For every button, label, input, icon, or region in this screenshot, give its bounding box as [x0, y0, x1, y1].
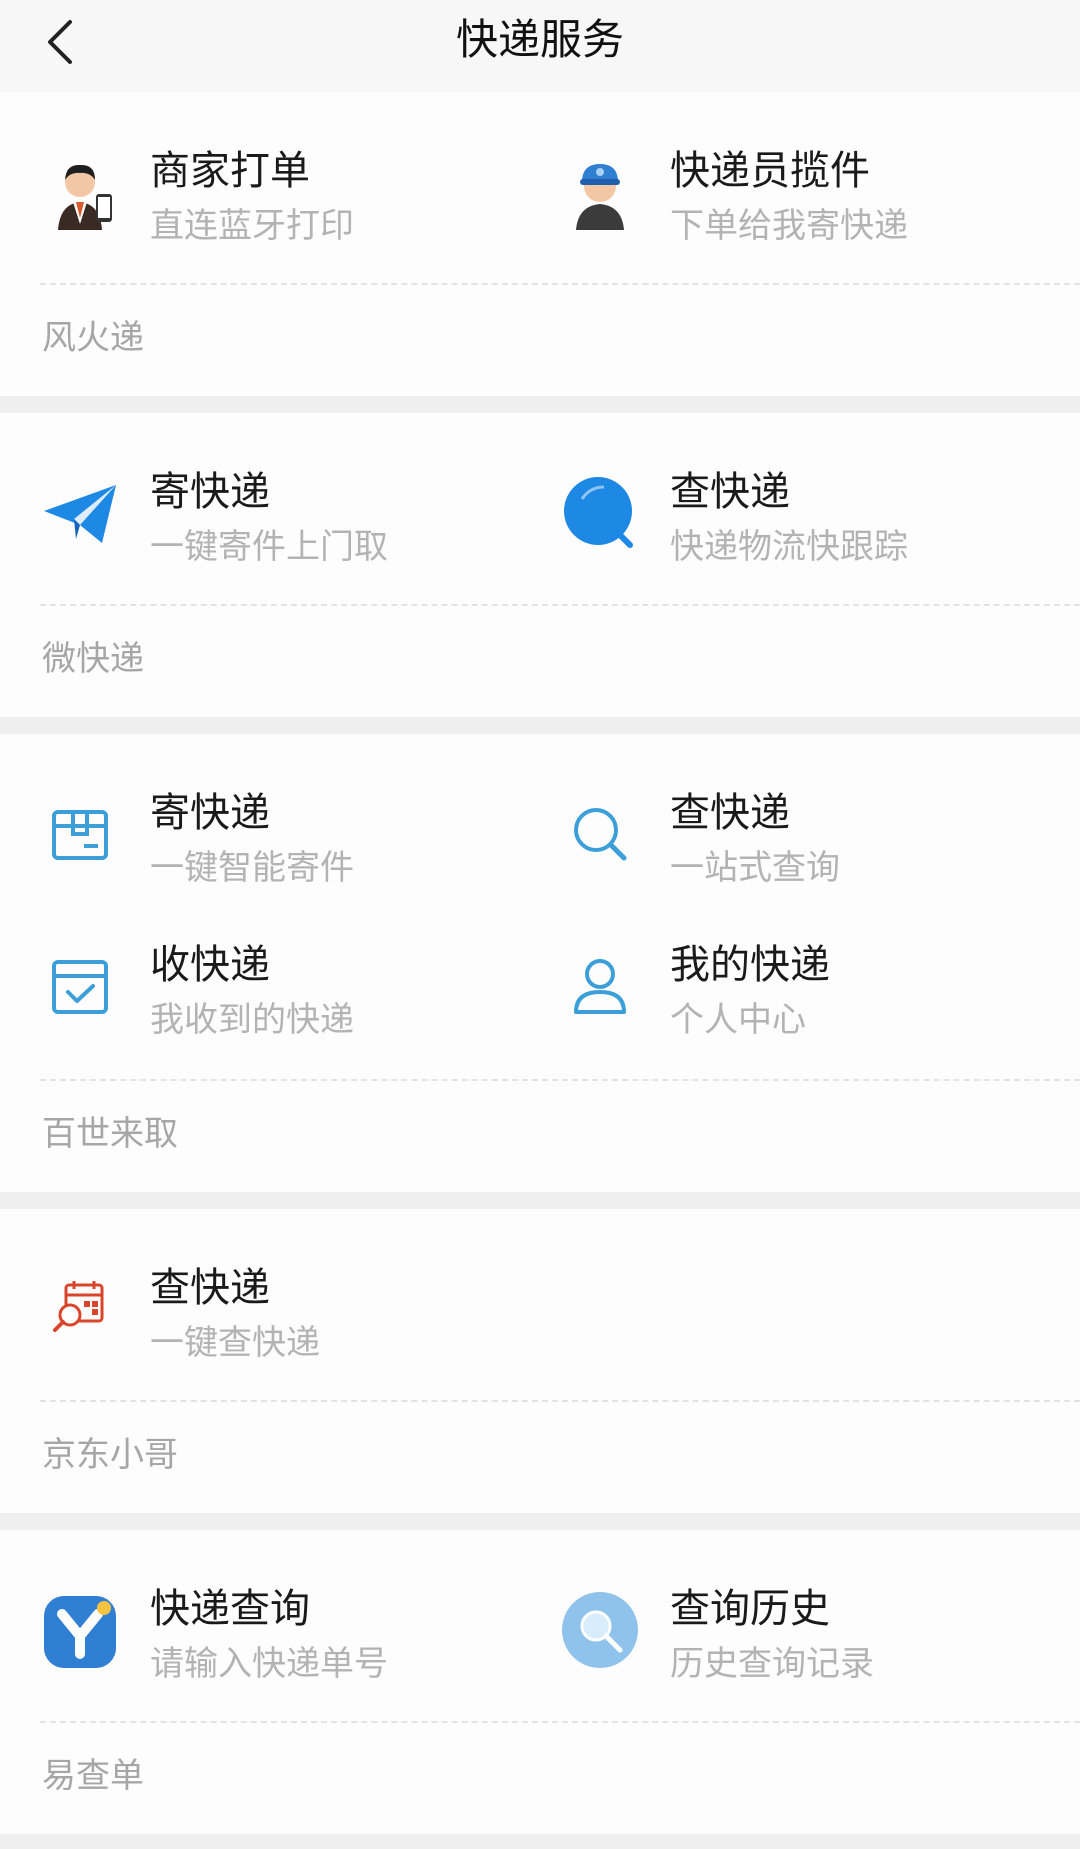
service-item-courier-pickup[interactable]: 快递员揽件 下单给我寄快递: [520, 130, 1040, 250]
service-label: 商家打单: [150, 148, 310, 194]
service-item-track-express[interactable]: 查快递 快递物流快跟踪: [520, 451, 1040, 571]
header-bar: 快递服务: [0, 0, 1080, 92]
service-item-received[interactable]: 收快递 我收到的快递: [0, 924, 520, 1044]
page-title: 快递服务: [455, 15, 624, 64]
provider-name: 京东小哥: [42, 1435, 178, 1475]
service-item-merchant-print[interactable]: 商家打单 直连蓝牙打印: [0, 130, 520, 250]
received-box-icon: [40, 946, 120, 1026]
service-item-one-stop-query[interactable]: 查快递 一站式查询: [520, 772, 1040, 892]
service-subtitle: 请输入快递单号: [150, 1644, 388, 1684]
user-icon: [560, 946, 640, 1026]
service-label: 查快递: [670, 790, 790, 836]
courier-avatar-icon: [560, 152, 640, 232]
service-card-baishilaiqu: 寄快递 一键智能寄件 查快递 一站式查询 收快递 我收到的快递 我的快递 个人中…: [0, 734, 1080, 1192]
provider-name: 易查单: [42, 1756, 144, 1796]
service-label: 查快递: [670, 469, 790, 515]
service-label: 我的快递: [670, 942, 830, 988]
service-subtitle: 个人中心: [670, 1000, 806, 1040]
magnifier-icon: [560, 794, 640, 874]
divider: [40, 604, 1080, 606]
service-subtitle: 一键寄件上门取: [150, 527, 388, 567]
package-box-icon: [40, 794, 120, 874]
provider-name: 百世来取: [42, 1114, 178, 1154]
history-magnifier-icon: [560, 1590, 640, 1670]
service-label: 收快递: [150, 942, 270, 988]
service-subtitle: 下单给我寄快递: [670, 206, 908, 246]
service-card-fenghuodi: 商家打单 直连蓝牙打印 快递员揽件 下单给我寄快递 风火递: [0, 92, 1080, 396]
service-subtitle: 快递物流快跟踪: [670, 527, 908, 567]
service-card-yichadan: 快递查询 请输入快递单号 查询历史 历史查询记录 易查单: [0, 1530, 1080, 1834]
service-subtitle: 一站式查询: [670, 848, 840, 888]
service-item-smart-send[interactable]: 寄快递 一键智能寄件: [0, 772, 520, 892]
service-item-my-express[interactable]: 我的快递 个人中心: [520, 924, 1040, 1044]
service-subtitle: 历史查询记录: [670, 1644, 874, 1684]
merchant-avatar-icon: [40, 152, 120, 232]
service-item-quick-track[interactable]: 查快递 一键查快递: [0, 1247, 520, 1367]
divider: [40, 1400, 1080, 1402]
provider-name: 微快递: [42, 639, 144, 679]
service-label: 寄快递: [150, 469, 270, 515]
service-label: 寄快递: [150, 790, 270, 836]
service-subtitle: 直连蓝牙打印: [150, 206, 354, 246]
divider: [40, 283, 1080, 285]
divider: [40, 1079, 1080, 1081]
service-label: 快递查询: [150, 1586, 310, 1632]
service-card-jd-courier: 查快递 一键查快递 京东小哥: [0, 1209, 1080, 1513]
paper-plane-icon: [40, 473, 120, 553]
service-item-send-express[interactable]: 寄快递 一键寄件上门取: [0, 451, 520, 571]
service-card-weikuaidi: 寄快递 一键寄件上门取 查快递 快递物流快跟踪 微快递: [0, 413, 1080, 717]
provider-name: 风火递: [42, 318, 144, 358]
calendar-search-icon: [40, 1269, 120, 1349]
service-subtitle: 一键查快递: [150, 1323, 320, 1363]
divider: [40, 1721, 1080, 1723]
service-subtitle: 我收到的快递: [150, 1000, 354, 1040]
service-subtitle: 一键智能寄件: [150, 848, 354, 888]
service-label: 快递员揽件: [670, 148, 870, 194]
service-item-query-history[interactable]: 查询历史 历史查询记录: [520, 1568, 1040, 1688]
service-item-express-query[interactable]: 快递查询 请输入快递单号: [0, 1568, 520, 1688]
service-label: 查询历史: [670, 1586, 830, 1632]
service-label: 查快递: [150, 1265, 270, 1311]
y-logo-icon: [40, 1590, 120, 1670]
search-bubble-icon: [560, 473, 640, 553]
